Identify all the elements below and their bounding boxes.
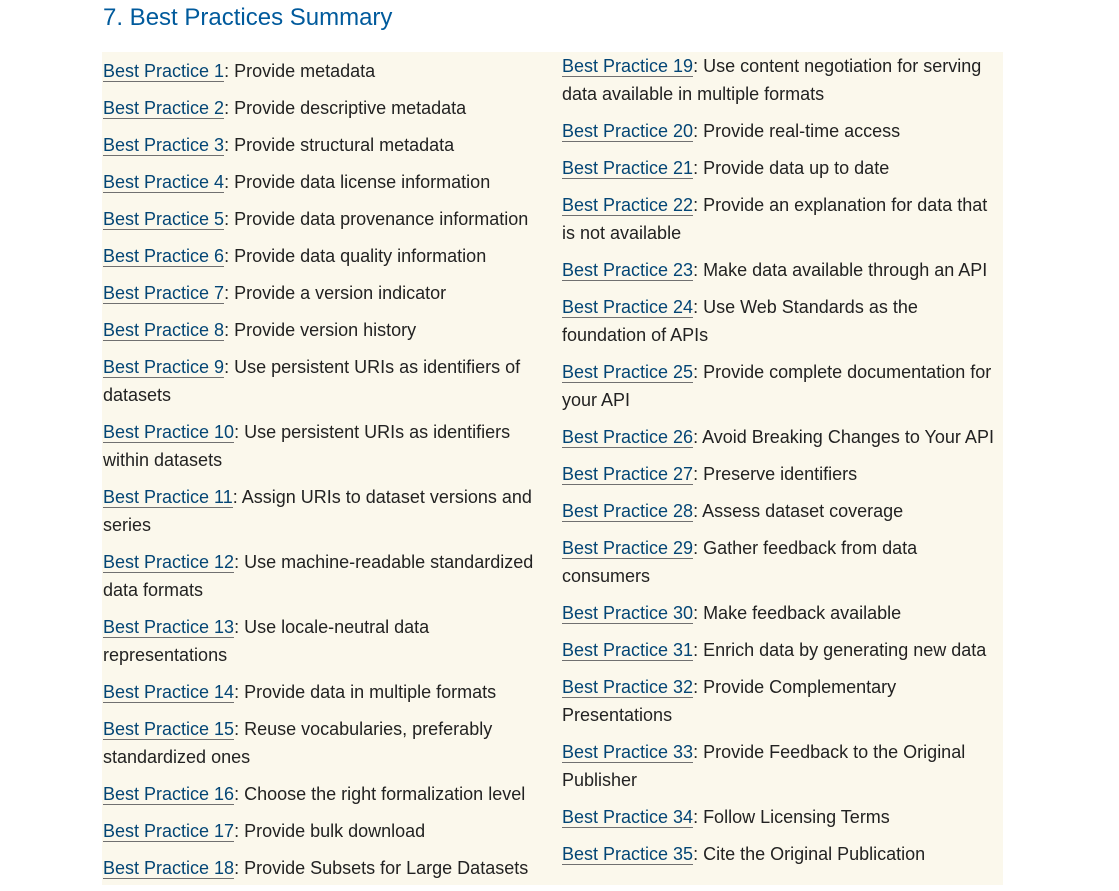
best-practice-link[interactable]: Best Practice 31 bbox=[562, 640, 694, 661]
best-practice-link[interactable]: Best Practice 3 bbox=[103, 135, 225, 156]
best-practice-link[interactable]: Best Practice 32 bbox=[562, 677, 694, 698]
best-practice-item: Best Practice 11: Assign URIs to dataset… bbox=[103, 483, 543, 539]
best-practice-link[interactable]: Best Practice 2 bbox=[103, 98, 225, 119]
best-practice-item: Best Practice 26: Avoid Breaking Changes… bbox=[562, 423, 1002, 451]
best-practice-item: Best Practice 18: Provide Subsets for La… bbox=[103, 854, 543, 882]
best-practice-item: Best Practice 17: Provide bulk download bbox=[103, 817, 543, 845]
best-practice-link[interactable]: Best Practice 24 bbox=[562, 297, 694, 318]
best-practice-item: Best Practice 1: Provide metadata bbox=[103, 57, 543, 85]
best-practice-link[interactable]: Best Practice 4 bbox=[103, 172, 225, 193]
best-practice-description: : Provide real-time access bbox=[693, 121, 901, 141]
best-practice-description: : Provide data in multiple formats bbox=[234, 682, 497, 702]
best-practice-item: Best Practice 5: Provide data provenance… bbox=[103, 205, 543, 233]
best-practice-description: : Cite the Original Publication bbox=[693, 844, 926, 864]
best-practice-link[interactable]: Best Practice 34 bbox=[562, 807, 694, 828]
best-practice-link[interactable]: Best Practice 17 bbox=[103, 821, 235, 842]
best-practice-link[interactable]: Best Practice 14 bbox=[103, 682, 235, 703]
best-practice-item: Best Practice 16: Choose the right forma… bbox=[103, 780, 543, 808]
best-practice-item: Best Practice 24: Use Web Standards as t… bbox=[562, 293, 1002, 349]
best-practice-item: Best Practice 29: Gather feedback from d… bbox=[562, 534, 1002, 590]
best-practice-item: Best Practice 34: Follow Licensing Terms bbox=[562, 803, 1002, 831]
best-practice-link[interactable]: Best Practice 23 bbox=[562, 260, 694, 281]
best-practice-description: : Make feedback available bbox=[693, 603, 902, 623]
best-practice-description: : Enrich data by generating new data bbox=[693, 640, 987, 660]
best-practice-item: Best Practice 20: Provide real-time acce… bbox=[562, 117, 1002, 145]
best-practice-item: Best Practice 15: Reuse vocabularies, pr… bbox=[103, 715, 543, 771]
best-practice-description: : Avoid Breaking Changes to Your API bbox=[693, 427, 994, 447]
best-practice-link[interactable]: Best Practice 10 bbox=[103, 422, 235, 443]
best-practice-link[interactable]: Best Practice 22 bbox=[562, 195, 694, 216]
best-practice-link[interactable]: Best Practice 19 bbox=[562, 56, 694, 77]
best-practice-link[interactable]: Best Practice 12 bbox=[103, 552, 235, 573]
best-practice-description: : Provide a version indicator bbox=[224, 283, 447, 303]
best-practice-item: Best Practice 27: Preserve identifiers bbox=[562, 460, 1002, 488]
best-practice-item: Best Practice 32: Provide Complementary … bbox=[562, 673, 1002, 729]
best-practice-link[interactable]: Best Practice 9 bbox=[103, 357, 225, 378]
best-practice-description: : Follow Licensing Terms bbox=[693, 807, 890, 827]
best-practice-link[interactable]: Best Practice 27 bbox=[562, 464, 694, 485]
best-practice-description: : Provide data up to date bbox=[693, 158, 890, 178]
best-practice-description: : Preserve identifiers bbox=[693, 464, 858, 484]
best-practice-description: : Make data available through an API bbox=[693, 260, 988, 280]
best-practice-description: : Choose the right formalization level bbox=[234, 784, 526, 804]
best-practices-summary-box: Best Practice 1: Provide metadata Best Pr… bbox=[102, 52, 1003, 885]
section-heading: 7. Best Practices Summary bbox=[103, 4, 393, 31]
best-practice-description: : Provide bulk download bbox=[234, 821, 426, 841]
best-practice-item: Best Practice 35: Cite the Original Publ… bbox=[562, 840, 1002, 868]
best-practice-link[interactable]: Best Practice 26 bbox=[562, 427, 694, 448]
left-column-list: Best Practice 1: Provide metadata Best Pr… bbox=[103, 52, 543, 891]
best-practice-item: Best Practice 31: Enrich data by generat… bbox=[562, 636, 1002, 664]
best-practice-link[interactable]: Best Practice 29 bbox=[562, 538, 694, 559]
best-practice-link[interactable]: Best Practice 1 bbox=[103, 61, 225, 82]
best-practice-link[interactable]: Best Practice 6 bbox=[103, 246, 225, 267]
best-practice-link[interactable]: Best Practice 15 bbox=[103, 719, 235, 740]
best-practice-description: : Provide data provenance information bbox=[224, 209, 529, 229]
best-practice-link[interactable]: Best Practice 13 bbox=[103, 617, 235, 638]
best-practice-description: : Provide data quality information bbox=[224, 246, 487, 266]
best-practice-link[interactable]: Best Practice 21 bbox=[562, 158, 694, 179]
best-practice-item: Best Practice 3: Provide structural meta… bbox=[103, 131, 543, 159]
best-practice-item: Best Practice 30: Make feedback availabl… bbox=[562, 599, 1002, 627]
best-practice-item: Best Practice 28: Assess dataset coverag… bbox=[562, 497, 1002, 525]
best-practice-item: Best Practice 9: Use persistent URIs as … bbox=[103, 353, 543, 409]
best-practice-link[interactable]: Best Practice 30 bbox=[562, 603, 694, 624]
best-practice-description: : Provide Subsets for Large Datasets bbox=[234, 858, 529, 878]
best-practice-description: : Provide version history bbox=[224, 320, 417, 340]
best-practice-link[interactable]: Best Practice 16 bbox=[103, 784, 235, 805]
right-column-list: Best Practice 19: Use content negotiatio… bbox=[562, 52, 1002, 877]
best-practice-item: Best Practice 19: Use content negotiatio… bbox=[562, 52, 1002, 108]
best-practice-link[interactable]: Best Practice 20 bbox=[562, 121, 694, 142]
best-practice-description: : Provide data license information bbox=[224, 172, 491, 192]
best-practice-link[interactable]: Best Practice 11 bbox=[103, 487, 233, 508]
best-practice-link[interactable]: Best Practice 25 bbox=[562, 362, 694, 383]
best-practice-link[interactable]: Best Practice 8 bbox=[103, 320, 225, 341]
best-practice-link[interactable]: Best Practice 5 bbox=[103, 209, 225, 230]
best-practice-item: Best Practice 13: Use locale-neutral dat… bbox=[103, 613, 543, 669]
best-practice-item: Best Practice 10: Use persistent URIs as… bbox=[103, 418, 543, 474]
best-practice-item: Best Practice 23: Make data available th… bbox=[562, 256, 1002, 284]
best-practice-link[interactable]: Best Practice 28 bbox=[562, 501, 694, 522]
best-practice-description: : Assess dataset coverage bbox=[693, 501, 904, 521]
best-practice-item: Best Practice 2: Provide descriptive met… bbox=[103, 94, 543, 122]
best-practice-description: : Provide structural metadata bbox=[224, 135, 455, 155]
best-practice-item: Best Practice 22: Provide an explanation… bbox=[562, 191, 1002, 247]
best-practice-item: Best Practice 21: Provide data up to dat… bbox=[562, 154, 1002, 182]
best-practice-item: Best Practice 14: Provide data in multip… bbox=[103, 678, 543, 706]
best-practice-item: Best Practice 6: Provide data quality in… bbox=[103, 242, 543, 270]
best-practice-description: : Provide descriptive metadata bbox=[224, 98, 467, 118]
best-practice-link[interactable]: Best Practice 18 bbox=[103, 858, 235, 879]
best-practice-link[interactable]: Best Practice 35 bbox=[562, 844, 694, 865]
best-practice-description: : Provide metadata bbox=[224, 61, 376, 81]
best-practice-item: Best Practice 33: Provide Feedback to th… bbox=[562, 738, 1002, 794]
best-practice-item: Best Practice 4: Provide data license in… bbox=[103, 168, 543, 196]
best-practice-item: Best Practice 25: Provide complete docum… bbox=[562, 358, 1002, 414]
best-practice-item: Best Practice 7: Provide a version indic… bbox=[103, 279, 543, 307]
best-practice-link[interactable]: Best Practice 33 bbox=[562, 742, 694, 763]
best-practice-item: Best Practice 12: Use machine-readable s… bbox=[103, 548, 543, 604]
best-practice-link[interactable]: Best Practice 7 bbox=[103, 283, 225, 304]
best-practice-item: Best Practice 8: Provide version history bbox=[103, 316, 543, 344]
